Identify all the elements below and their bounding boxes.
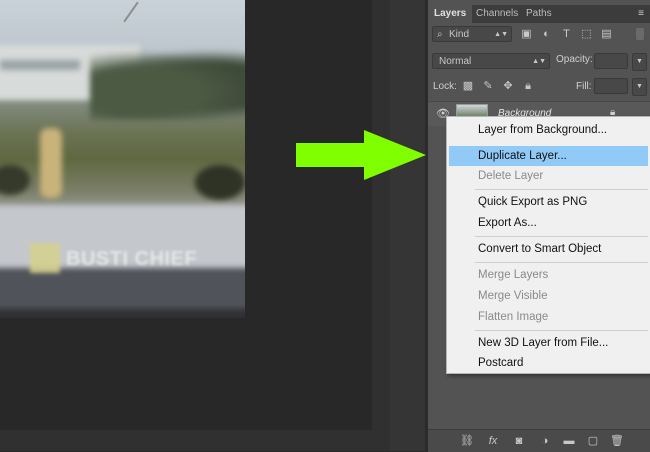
filter-kind-label: Kind bbox=[449, 29, 470, 40]
filter-kind-select[interactable]: ⌕ Kind ▲▼ bbox=[432, 26, 512, 42]
blend-mode-value: Normal bbox=[439, 56, 472, 67]
canvas-workspace[interactable]: BUSTI CHIEF bbox=[0, 0, 425, 451]
menu-separator bbox=[475, 236, 648, 237]
new-layer-icon[interactable]: ▢ bbox=[586, 434, 600, 448]
tab-paths[interactable]: Paths bbox=[520, 5, 558, 23]
lock-transparent-pixels-icon[interactable]: ▩ bbox=[461, 79, 475, 93]
vertical-scrollbar[interactable] bbox=[372, 0, 390, 451]
workspace-gutter bbox=[390, 0, 425, 451]
photo-wall bbox=[0, 268, 245, 308]
fill-field[interactable] bbox=[594, 78, 628, 94]
chevron-updown-icon: ▲▼ bbox=[494, 31, 508, 38]
menu-item-new-3d-layer-from-file[interactable]: New 3D Layer from File... bbox=[449, 333, 648, 353]
menu-item-postcard[interactable]: Postcard bbox=[449, 353, 648, 373]
photo-person bbox=[40, 128, 62, 198]
photo-bush bbox=[195, 165, 245, 200]
photo-branch bbox=[123, 1, 139, 23]
layer-style-fx-icon[interactable]: fx bbox=[486, 434, 500, 448]
menu-item-merge-layers: Merge Layers bbox=[478, 269, 549, 281]
adjustment-layer-icon[interactable]: ◑ bbox=[538, 434, 552, 448]
filter-toggle-switch[interactable] bbox=[636, 28, 644, 40]
opacity-dropdown-button[interactable]: ▼ bbox=[632, 53, 647, 71]
type-filter-icon[interactable]: T bbox=[560, 28, 573, 41]
annotation-arrow-icon bbox=[296, 130, 426, 180]
chevron-updown-icon: ▲▼ bbox=[532, 58, 546, 65]
menu-item-layer-from-background[interactable]: Layer from Background... bbox=[449, 120, 648, 140]
watermark-text: BUSTI CHIEF bbox=[66, 248, 198, 270]
menu-item-duplicate-layer[interactable]: Duplicate Layer... bbox=[449, 146, 648, 166]
pixel-filter-icon[interactable]: ▣ bbox=[520, 28, 533, 41]
fill-dropdown-button[interactable]: ▼ bbox=[632, 78, 647, 96]
opacity-label: Opacity: bbox=[556, 54, 593, 65]
shape-filter-icon[interactable]: ⬚ bbox=[580, 28, 593, 41]
link-layers-icon[interactable]: ⛓ bbox=[460, 434, 474, 448]
menu-item-quick-export-png[interactable]: Quick Export as PNG bbox=[449, 192, 648, 212]
lock-position-icon[interactable]: ✥ bbox=[501, 79, 515, 93]
adjustment-filter-icon[interactable]: ◐ bbox=[540, 28, 553, 41]
smart-object-filter-icon[interactable]: ▤ bbox=[600, 28, 613, 41]
panel-tab-bar: Layers Channels Paths ≡ bbox=[428, 5, 650, 23]
horizontal-scrollbar[interactable] bbox=[0, 430, 390, 451]
photo-bush bbox=[0, 165, 30, 195]
menu-item-merge-visible: Merge Visible bbox=[478, 290, 548, 302]
watermark-logo bbox=[30, 243, 60, 273]
tab-layers[interactable]: Layers bbox=[428, 5, 473, 23]
layer-context-menu: Layer from Background... Duplicate Layer… bbox=[446, 116, 650, 374]
add-mask-icon[interactable]: ◙ bbox=[512, 434, 526, 448]
lock-label: Lock: bbox=[433, 81, 457, 92]
new-group-folder-icon[interactable]: ▬ bbox=[562, 434, 576, 448]
lock-all-icon[interactable]: 🔒︎ bbox=[521, 79, 535, 93]
photo-trees bbox=[90, 50, 245, 120]
opacity-field[interactable] bbox=[594, 53, 628, 69]
menu-item-delete-layer: Delete Layer bbox=[478, 170, 544, 182]
menu-separator bbox=[475, 189, 648, 190]
menu-separator bbox=[475, 262, 648, 263]
menu-item-convert-smart-object[interactable]: Convert to Smart Object bbox=[449, 239, 648, 259]
search-icon: ⌕ bbox=[437, 29, 443, 40]
menu-item-flatten-image: Flatten Image bbox=[478, 311, 549, 323]
blend-mode-select[interactable]: Normal ▲▼ bbox=[432, 53, 550, 69]
fill-label: Fill: bbox=[576, 81, 592, 92]
trash-icon[interactable]: 🗑︎ bbox=[610, 434, 624, 448]
tab-channels[interactable]: Channels bbox=[470, 5, 524, 23]
panel-footer: ⛓ fx ◙ ◑ ▬ ▢ 🗑︎ bbox=[428, 429, 650, 452]
menu-separator bbox=[475, 330, 648, 331]
menu-item-export-as[interactable]: Export As... bbox=[449, 213, 648, 233]
photo-building-stripe bbox=[0, 60, 80, 70]
panel-menu-icon[interactable]: ≡ bbox=[638, 5, 644, 23]
document-image[interactable]: BUSTI CHIEF bbox=[0, 0, 245, 318]
lock-image-pixels-icon[interactable]: ✎ bbox=[481, 79, 495, 93]
